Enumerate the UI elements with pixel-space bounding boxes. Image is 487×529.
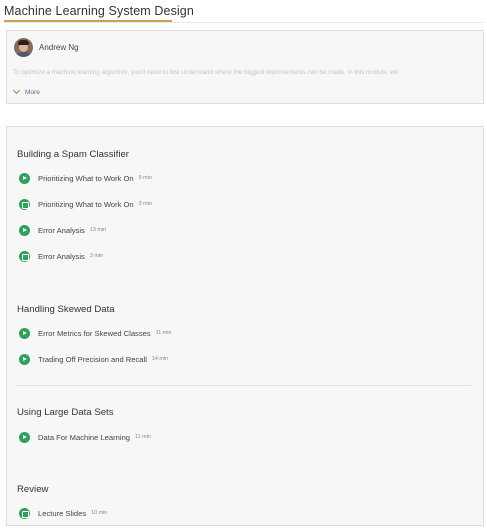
lesson-item[interactable]: Prioritizing What to Work On 3 min [19,198,152,210]
module-description: To optimize a machine learning algorithm… [13,69,399,76]
lesson-item[interactable]: Error Analysis 3 min [19,250,103,262]
instructor-name[interactable]: Andrew Ng [39,43,79,52]
lesson-title: Prioritizing What to Work On [38,199,134,209]
lesson-item[interactable]: Data For Machine Learning 11 min [19,431,151,443]
lesson-title: Lecture Slides [38,508,87,518]
lessons-card: Building a Spam Classifier Prioritizing … [6,126,484,526]
more-toggle-button[interactable]: More [12,86,40,97]
lesson-title: Data For Machine Learning [38,432,131,442]
section-title: Building a Spam Classifier [17,149,129,160]
reading-icon [19,507,30,519]
more-label: More [25,88,40,96]
play-icon [19,431,30,443]
play-icon [19,353,30,365]
section-divider [15,385,471,386]
lesson-item[interactable]: Error Metrics for Skewed Classes 11 min [19,327,171,339]
section-title: Using Large Data Sets [17,407,114,418]
lesson-item[interactable]: Prioritizing What to Work On 9 min [19,172,152,184]
lesson-title: Error Metrics for Skewed Classes [38,328,151,338]
page-title: Machine Learning System Design [4,4,194,18]
lesson-item[interactable]: Error Analysis 13 min [19,224,106,236]
lesson-duration: 3 min [138,201,152,207]
lesson-item[interactable]: Trading Off Precision and Recall 14 min [19,353,168,365]
lesson-title: Error Analysis [38,251,85,261]
play-icon [19,224,30,236]
lesson-title: Error Analysis [38,225,85,235]
lesson-duration: 9 min [138,175,152,181]
lesson-duration: 14 min [151,356,169,362]
section-title: Review [17,484,49,495]
play-icon [19,327,30,339]
reading-icon [19,198,30,210]
play-icon [19,172,30,184]
lesson-duration: 11 min [155,330,172,336]
chevron-down-icon [12,86,21,95]
lesson-duration: 13 min [89,227,107,233]
lesson-duration: 3 min [89,253,104,259]
lesson-duration: 11 min [135,434,151,440]
lesson-item[interactable]: Lecture Slides 10 min [19,507,107,519]
lesson-duration: 10 min [91,510,108,516]
reading-icon [19,250,30,262]
lesson-title: Trading Off Precision and Recall [38,354,147,364]
title-rule [4,22,483,23]
section-title: Handling Skewed Data [17,304,115,315]
lesson-title: Prioritizing What to Work On [38,173,134,183]
instructor-card: Andrew Ng To optimize a machine learning… [6,30,484,104]
instructor-avatar[interactable] [14,38,33,57]
